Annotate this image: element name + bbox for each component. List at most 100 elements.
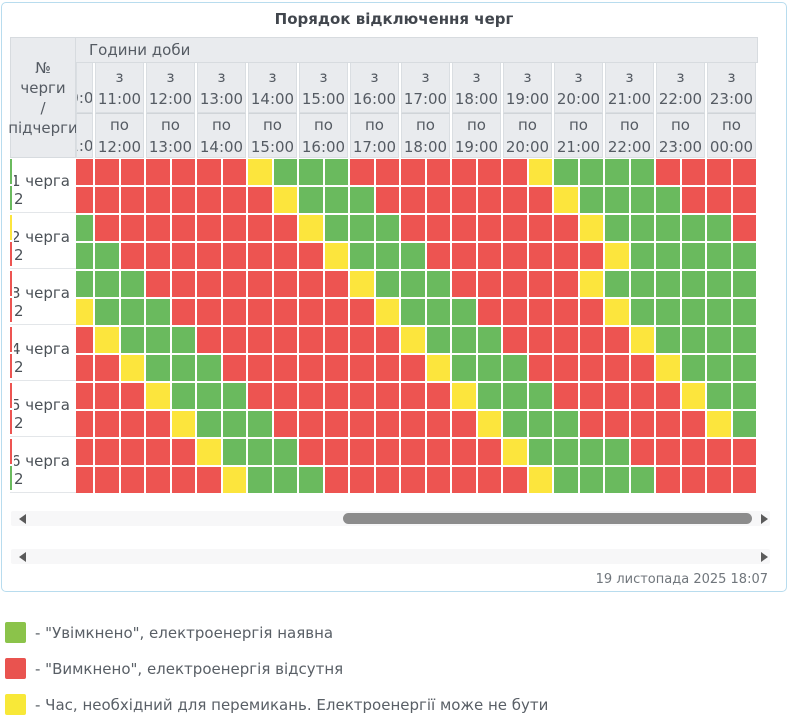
schedule-cell [197,467,221,493]
hour-columns: з 10:00по 11:00з11:00по12:00з12:00по13:0… [76,63,758,158]
schedule-cell [223,383,247,409]
outer-horizontal-scrollbar[interactable] [11,549,770,564]
scrollbar-track[interactable] [35,513,752,524]
schedule-cell [452,299,476,325]
schedule-cell [656,327,680,353]
hour-to-cell: по13:00 [146,113,195,158]
scrollbar-thumb[interactable] [343,513,752,524]
schedule-cell [529,411,553,437]
schedule-cell [248,327,272,353]
schedule-cell [274,383,298,409]
schedule-cell [452,159,476,185]
schedule-cell [733,411,757,437]
schedule-row [76,271,756,297]
schedule-cell [95,271,119,297]
schedule-cell [529,327,553,353]
schedule-cell [605,271,629,297]
schedule-cell [274,439,298,465]
schedule-cell [172,439,196,465]
schedule-cell [580,243,604,269]
schedule-cell [121,383,145,409]
schedule-cell [350,467,374,493]
subqueue-number: 2 [14,470,76,488]
schedule-cell [172,327,196,353]
schedule-cell [376,271,400,297]
schedule-cell [401,271,425,297]
schedule-cell [274,327,298,353]
queue-label-group: 5 черга2 [10,383,76,437]
queue-label: 3 черга2 [12,271,76,324]
schedule-cell [223,215,247,241]
schedule-cell [95,383,119,409]
table-header: № черги / підчерги Години доби з 10:00по… [10,37,786,158]
subqueue-number: 2 [14,414,76,432]
schedule-cell [146,187,170,213]
schedule-cell [121,243,145,269]
schedule-cell [248,215,272,241]
schedule-cell [350,271,374,297]
schedule-cell [299,187,323,213]
schedule-cell [274,411,298,437]
schedule-cell [452,439,476,465]
schedule-cell [274,187,298,213]
schedule-cell [656,383,680,409]
schedule-cell [605,355,629,381]
schedule-cell [248,355,272,381]
schedule-cell [197,355,221,381]
schedule-row [76,159,756,185]
corner-header: № черги / підчерги [10,37,76,158]
schedule-cell [146,327,170,353]
schedule-cell [376,187,400,213]
schedule-cell [197,299,221,325]
schedule-cell [656,467,680,493]
scroll-left-arrow-icon[interactable] [19,552,26,562]
table-horizontal-scrollbar[interactable] [11,511,770,526]
schedule-cell [580,467,604,493]
hour-column-header: з17:00по18:00 [401,63,450,158]
schedule-cell [656,243,680,269]
schedule-cell [376,299,400,325]
outage-schedule-widget: Порядок відключення черг № черги / підче… [1,2,787,592]
schedule-cell [350,159,374,185]
schedule-cell [478,467,502,493]
queue-name: 3 черга [14,284,70,302]
schedule-cell [605,411,629,437]
schedule-cell [733,215,757,241]
hour-from-cell: з18:00 [452,63,501,113]
schedule-cell [529,243,553,269]
schedule-cell [299,159,323,185]
schedule-cell [554,327,578,353]
schedule-cell [248,271,272,297]
schedule-cell [197,439,221,465]
schedule-cell [172,411,196,437]
schedule-cell [656,299,680,325]
schedule-cell [325,467,349,493]
schedule-cell [427,159,451,185]
schedule-cell [707,327,731,353]
schedule-cell [554,355,578,381]
schedule-cell [76,271,93,297]
scroll-left-arrow-icon[interactable] [19,514,26,524]
schedule-cell [146,383,170,409]
schedule-cell [95,299,119,325]
schedule-cell [452,243,476,269]
hour-from-cell: з22:00 [656,63,705,113]
scroll-right-arrow-icon[interactable] [761,514,768,524]
legend-item-switching: - Час, необхідний для перемикань. Електр… [5,694,789,715]
schedule-cell [554,187,578,213]
schedule-cell [274,271,298,297]
hour-column-header-partial: з 10:00по 11:00 [76,63,93,158]
schedule-cell [529,159,553,185]
hour-column-header: з19:00по20:00 [503,63,552,158]
queue-label-group: 6 черга2 [10,439,76,493]
schedule-cell [172,299,196,325]
schedule-cell [121,439,145,465]
hour-from-cell: з13:00 [197,63,246,113]
schedule-cell [631,467,655,493]
schedule-cell [146,411,170,437]
schedule-cell [529,215,553,241]
scroll-right-arrow-icon[interactable] [761,552,768,562]
schedule-cell [707,383,731,409]
schedule-cell [299,299,323,325]
schedule-cell [554,467,578,493]
